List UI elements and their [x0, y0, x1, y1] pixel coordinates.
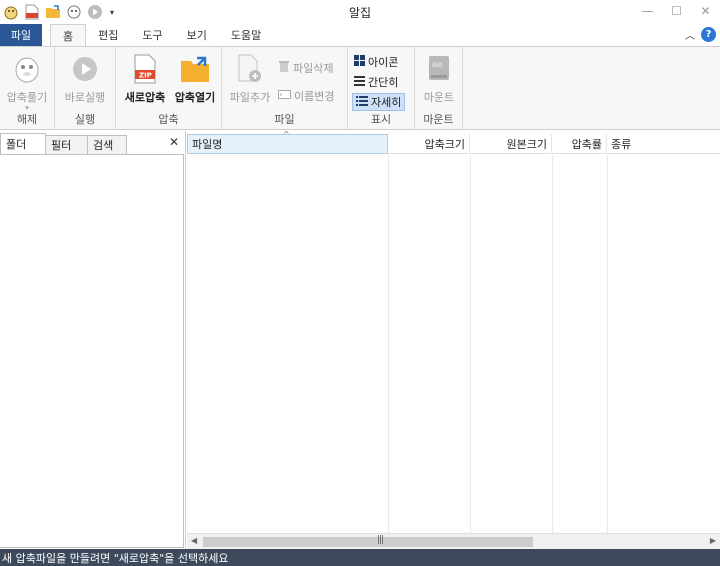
ribbon: 압축풀기 ▾ 해제 바로실행 실행 ZIP 새로압축 압축열기 압축 파일추가 … [0, 46, 720, 130]
zip-icon[interactable] [23, 3, 41, 21]
tab-file[interactable]: 파일 [0, 24, 42, 46]
extract-mascot-icon [11, 53, 43, 85]
sort-ascending-icon: ^ [283, 130, 290, 139]
window-controls: — ☐ ✕ [633, 0, 720, 22]
column-divider [607, 155, 608, 533]
scroll-right-icon[interactable]: ▶ [710, 536, 716, 545]
tab-search[interactable]: 검색 [87, 135, 127, 155]
mount-button[interactable]: 마운트 [412, 53, 466, 105]
column-divider [388, 155, 389, 533]
view-detail-label: 자세히 [371, 96, 402, 109]
view-icon-label: 아이콘 [368, 56, 399, 69]
play-icon[interactable] [86, 3, 104, 21]
mount-label: 마운트 [423, 91, 455, 104]
add-file-button[interactable]: 파일추가 [223, 53, 277, 105]
delete-file-label: 파일삭제 [293, 62, 334, 75]
scrollbar-thumb[interactable]: ||| [203, 535, 533, 547]
column-type[interactable]: 종류 [607, 134, 720, 154]
delete-file-button[interactable]: 파일삭제 [278, 59, 333, 77]
group-label-file: 파일 [274, 113, 295, 126]
tab-view[interactable]: 보기 [175, 24, 219, 46]
app-logo-icon[interactable] [2, 3, 20, 21]
status-text: 새 압축파일을 만들려면 "새로압축"을 선택하세요 [2, 551, 229, 565]
column-divider [470, 155, 471, 533]
status-bar: 새 압축파일을 만들려면 "새로압축"을 선택하세요 [0, 549, 720, 566]
close-icon[interactable]: ✕ [691, 0, 720, 22]
horizontal-scrollbar[interactable]: ◀ ||| ▶ [187, 533, 720, 549]
tab-tools[interactable]: 도구 [130, 24, 174, 46]
file-list[interactable]: ^ 파일명 압축크기 원본크기 압축률 종류 ◀ ||| ▶ [187, 130, 720, 549]
collapse-ribbon-icon[interactable]: ︿ [685, 27, 695, 42]
iso-disc-icon [423, 53, 455, 85]
tab-home[interactable]: 홈 [50, 24, 87, 46]
svg-text:ZIP: ZIP [139, 72, 152, 80]
extract-icon[interactable] [65, 3, 83, 21]
left-panel: 폴더 필터 검색 ✕ [0, 131, 186, 549]
grid-icon [354, 55, 365, 69]
group-label-run: 실행 [74, 113, 96, 126]
group-label-compress: 압축 [158, 113, 179, 126]
add-file-icon [234, 53, 266, 85]
folder-tree[interactable] [0, 154, 184, 548]
minimize-icon[interactable]: — [633, 0, 662, 22]
column-original-size[interactable]: 원본크기 [470, 134, 552, 154]
rename-icon [278, 89, 291, 103]
extract-button[interactable]: 압축풀기 ▾ [0, 53, 54, 112]
rename-label: 이름변경 [294, 90, 335, 103]
scroll-left-icon[interactable]: ◀ [191, 536, 197, 545]
new-zip-button[interactable]: ZIP 새로압축 [118, 53, 172, 105]
group-extract: 압축풀기 ▾ 해제 [0, 47, 55, 129]
run-label: 바로실행 [64, 91, 106, 104]
view-simple-label: 간단히 [368, 76, 399, 89]
group-label-mount: 마운트 [423, 113, 454, 126]
tab-edit[interactable]: 편집 [86, 24, 130, 46]
tab-folder[interactable]: 폴더 [0, 133, 46, 155]
scroll-grip-icon: ||| [377, 535, 384, 545]
group-file: 파일추가 파일삭제 이름변경 파일 [222, 47, 348, 129]
view-detail-button[interactable]: 자세히 [352, 93, 406, 111]
detail-list-icon [356, 95, 368, 109]
group-compress: ZIP 새로압축 압축열기 압축 [116, 47, 222, 129]
open-zip-label: 압축열기 [174, 91, 216, 104]
tab-help[interactable]: 도움말 [219, 24, 273, 46]
list-icon [354, 75, 365, 89]
play-circle-icon [69, 53, 101, 85]
zip-file-icon: ZIP [129, 53, 161, 85]
rename-button[interactable]: 이름변경 [278, 87, 334, 105]
column-compressed-size[interactable]: 압축크기 [388, 134, 470, 154]
column-ratio[interactable]: 압축률 [552, 134, 607, 154]
new-zip-label: 새로압축 [124, 91, 166, 104]
quick-access-toolbar: ▾ [0, 3, 117, 21]
group-mount: 마운트 ISO 마운트 [415, 47, 463, 129]
tab-filter[interactable]: 필터 [45, 135, 88, 155]
add-file-label: 파일추가 [229, 91, 271, 104]
view-simple-button[interactable]: 간단히 [354, 73, 398, 91]
trash-icon [278, 60, 290, 76]
open-zip-button[interactable]: 압축열기 [168, 53, 222, 105]
view-icon-button[interactable]: 아이콘 [354, 53, 398, 71]
title-bar: ▾ 알집 — ☐ ✕ [0, 0, 720, 24]
group-run: 바로실행 실행 [55, 47, 116, 129]
help-icon[interactable]: ? [701, 27, 716, 42]
ribbon-tabs: 파일 홈 편집 도구 보기 도움말 ︿ ? [0, 24, 720, 46]
iso-badge: ISO [432, 62, 443, 69]
maximize-icon[interactable]: ☐ [662, 0, 691, 22]
extract-label: 압축풀기 [6, 91, 48, 104]
group-label-extract: 해제 [16, 113, 38, 126]
folder-open-icon[interactable] [44, 3, 62, 21]
run-button[interactable]: 바로실행 [58, 53, 112, 105]
column-header: ^ 파일명 압축크기 원본크기 압축률 종류 [187, 130, 720, 154]
left-panel-tabs: 폴더 필터 검색 [0, 133, 127, 155]
group-label-display: 표시 [370, 113, 392, 126]
dropdown-icon[interactable]: ▾ [107, 8, 117, 17]
column-divider [552, 155, 553, 533]
close-panel-icon[interactable]: ✕ [169, 135, 179, 149]
group-display: 아이콘 간단히 자세히 표시 [348, 47, 415, 129]
open-folder-icon [179, 53, 211, 85]
